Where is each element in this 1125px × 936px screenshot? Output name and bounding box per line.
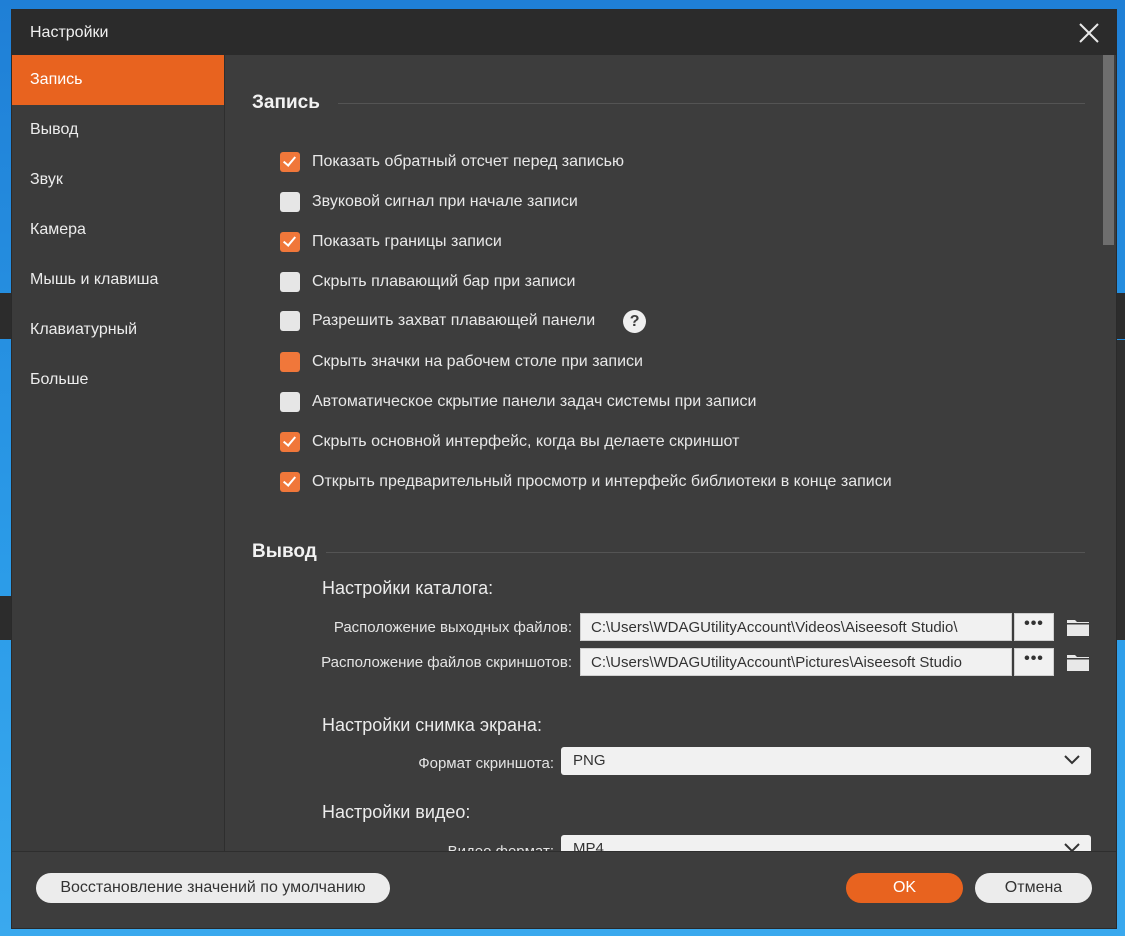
help-icon[interactable]: ?: [623, 309, 647, 333]
option-label: Скрыть плавающий бар при записи: [312, 273, 576, 290]
checkbox[interactable]: [280, 311, 300, 331]
sidebar-item-sound[interactable]: Звук: [12, 155, 224, 205]
dialog-title: Настройки: [30, 24, 109, 41]
settings-content: Запись Показать обратный отсчет перед за…: [226, 55, 1101, 851]
sidebar-item-hotkeys[interactable]: Клавиатурный: [12, 305, 224, 355]
sidebar-item-more[interactable]: Больше: [12, 355, 224, 405]
checkbox[interactable]: [280, 352, 300, 372]
option-auto-hide-taskbar[interactable]: Автоматическое скрытие панели задач сист…: [280, 391, 756, 413]
option-hide-float-bar[interactable]: Скрыть плавающий бар при записи: [280, 271, 575, 293]
screenshot-location-label: Расположение файлов скриншотов:: [321, 654, 572, 671]
checkbox[interactable]: [280, 432, 300, 452]
dialog-titlebar: Настройки: [12, 10, 1116, 55]
desktop-background-strip: [1116, 340, 1125, 640]
output-location-label: Расположение выходных файлов:: [333, 619, 572, 636]
option-hide-desktop-icons[interactable]: Скрыть значки на рабочем столе при запис…: [280, 351, 643, 373]
reset-defaults-button[interactable]: Восстановление значений по умолчанию: [36, 873, 390, 903]
output-folder-icon[interactable]: [1066, 617, 1090, 637]
option-label: Звуковой сигнал при начале записи: [312, 193, 578, 210]
option-label: Разрешить захват плавающей панели: [312, 312, 596, 329]
option-hide-main-ui-screenshot[interactable]: Скрыть основной интерфейс, когда вы дела…: [280, 431, 739, 453]
ok-button[interactable]: OK: [846, 873, 963, 903]
option-label: Открыть предварительный просмотр и интер…: [312, 473, 892, 490]
chevron-down-icon: [1064, 755, 1080, 765]
video-settings-title: Настройки видео:: [322, 802, 471, 822]
output-browse-button[interactable]: •••: [1014, 613, 1054, 641]
video-format-label: Видео формат:: [326, 843, 554, 851]
screenshot-browse-button[interactable]: •••: [1014, 648, 1054, 676]
section-title-record: Запись: [252, 92, 320, 113]
option-label: Показать обратный отсчет перед записью: [312, 153, 624, 170]
select-value: MP4: [573, 840, 604, 851]
option-beep[interactable]: Звуковой сигнал при начале записи: [280, 191, 578, 213]
screenshot-folder-icon[interactable]: [1066, 652, 1090, 672]
sidebar-item-output[interactable]: Вывод: [12, 105, 224, 155]
checkbox[interactable]: [280, 232, 300, 252]
select-value: PNG: [573, 752, 606, 769]
checkbox[interactable]: [280, 472, 300, 492]
screenshot-location-input[interactable]: C:\Users\WDAGUtilityAccount\Pictures\Ais…: [580, 648, 1012, 676]
checkbox[interactable]: [280, 392, 300, 412]
desktop-background-strip: [1116, 293, 1125, 339]
sidebar-item-camera[interactable]: Камера: [12, 205, 224, 255]
section-divider: [338, 103, 1085, 104]
output-location-input[interactable]: C:\Users\WDAGUtilityAccount\Videos\Aisee…: [580, 613, 1012, 641]
desktop-background-strip: [0, 293, 12, 339]
section-divider: [326, 552, 1085, 553]
cancel-button[interactable]: Отмена: [975, 873, 1092, 903]
option-label: Автоматическое скрытие панели задач сист…: [312, 393, 757, 410]
checkbox[interactable]: [280, 192, 300, 212]
settings-sidebar: Запись Вывод Звук Камера Мышь и клавиша …: [12, 55, 225, 851]
video-format-select[interactable]: MP4: [561, 835, 1091, 851]
screenshot-format-select[interactable]: PNG: [561, 747, 1091, 775]
desktop-background-strip: [0, 596, 12, 640]
checkbox[interactable]: [280, 272, 300, 292]
option-allow-capture-float-panel[interactable]: Разрешить захват плавающей панели ?: [280, 309, 647, 333]
chevron-down-icon: [1064, 843, 1080, 851]
scrollbar-thumb[interactable]: [1103, 55, 1114, 245]
checkbox[interactable]: [280, 152, 300, 172]
option-label: Скрыть значки на рабочем столе при запис…: [312, 353, 643, 370]
sidebar-item-record[interactable]: Запись: [12, 55, 224, 105]
screenshot-settings-title: Настройки снимка экрана:: [322, 715, 542, 735]
sidebar-item-mouse-keyboard[interactable]: Мышь и клавиша: [12, 255, 224, 305]
section-title-output: Вывод: [252, 541, 317, 562]
settings-dialog: Настройки Запись Вывод Звук Камера Мышь …: [12, 10, 1116, 928]
dialog-footer: Восстановление значений по умолчанию OK …: [12, 851, 1116, 928]
catalog-settings-title: Настройки каталога:: [322, 578, 494, 598]
close-icon[interactable]: [1076, 20, 1102, 46]
option-show-boundary[interactable]: Показать границы записи: [280, 231, 502, 253]
option-open-preview-library[interactable]: Открыть предварительный просмотр и интер…: [280, 471, 892, 493]
option-countdown[interactable]: Показать обратный отсчет перед записью: [280, 151, 624, 173]
content-scrollbar[interactable]: [1101, 55, 1116, 851]
option-label: Скрыть основной интерфейс, когда вы дела…: [312, 433, 740, 450]
option-label: Показать границы записи: [312, 233, 502, 250]
screenshot-format-label: Формат скриншота:: [418, 755, 554, 772]
